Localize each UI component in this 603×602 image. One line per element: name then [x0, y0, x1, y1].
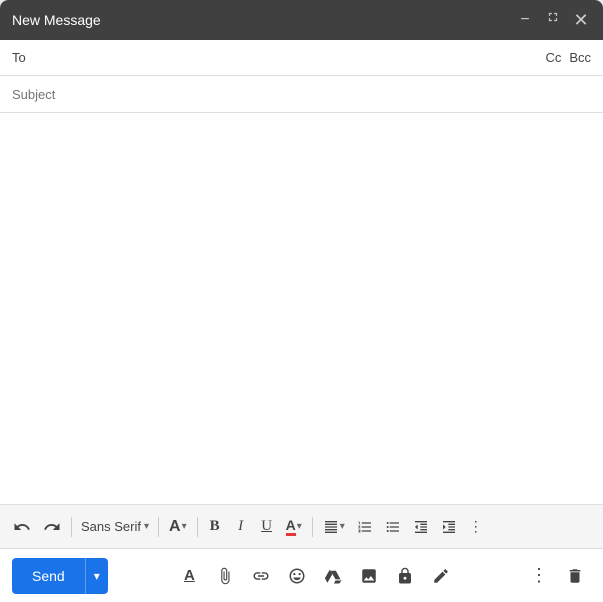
bold-button[interactable]: B: [203, 512, 227, 542]
to-label: To: [12, 50, 32, 65]
subject-input[interactable]: [12, 87, 591, 102]
compose-bottom: Send ▾ A: [0, 548, 603, 602]
confidential-button[interactable]: [389, 560, 421, 592]
font-size-caret: ▾: [182, 521, 187, 532]
underline-icon: U: [261, 518, 272, 535]
to-field-row: To Cc Bcc: [0, 40, 603, 76]
bulleted-list-button[interactable]: [380, 512, 406, 542]
text-color-icon: A: [286, 517, 296, 536]
font-size-icon: A: [169, 518, 181, 536]
toolbar-divider-1: [71, 517, 72, 537]
send-dropdown-button[interactable]: ▾: [85, 558, 108, 594]
minimize-icon[interactable]: −: [515, 10, 535, 30]
photo-button[interactable]: [353, 560, 385, 592]
font-caret-icon: ▾: [144, 521, 149, 532]
more-formatting-button[interactable]: ⋮: [464, 512, 488, 542]
font-name-label: Sans Serif: [81, 519, 141, 534]
send-dropdown-icon: ▾: [94, 569, 100, 583]
underline-button[interactable]: U: [255, 512, 279, 542]
cc-bcc-links: Cc Bcc: [545, 50, 591, 65]
subject-field-row: [0, 76, 603, 112]
text-color-button[interactable]: A ▾: [281, 512, 307, 542]
compose-body[interactable]: [0, 113, 603, 504]
formatting-icon: A: [184, 567, 195, 584]
bottom-right: ⋮: [523, 560, 591, 592]
indent-more-button[interactable]: [436, 512, 462, 542]
discard-button[interactable]: [559, 560, 591, 592]
compose-title: New Message: [12, 12, 101, 28]
align-button[interactable]: ▾: [318, 512, 350, 542]
bcc-link[interactable]: Bcc: [569, 50, 591, 65]
compose-window: New Message − ✕ To Cc Bcc: [0, 0, 603, 602]
attach-button[interactable]: [209, 560, 241, 592]
font-family-select[interactable]: Sans Serif ▾: [77, 512, 153, 542]
more-options-icon: ⋮: [530, 565, 548, 586]
close-icon[interactable]: ✕: [571, 10, 591, 30]
cc-link[interactable]: Cc: [545, 50, 561, 65]
header-actions: − ✕: [515, 10, 591, 30]
redo-button[interactable]: [38, 512, 66, 542]
undo-button[interactable]: [8, 512, 36, 542]
toolbar-divider-2: [158, 517, 159, 537]
emoji-button[interactable]: [281, 560, 313, 592]
numbered-list-button[interactable]: [352, 512, 378, 542]
send-group: Send ▾: [12, 558, 108, 594]
font-size-button[interactable]: A ▾: [164, 512, 192, 542]
signature-button[interactable]: [425, 560, 457, 592]
italic-icon: I: [238, 518, 243, 535]
compose-header: New Message − ✕: [0, 0, 603, 40]
drive-button[interactable]: [317, 560, 349, 592]
send-button[interactable]: Send: [12, 558, 85, 594]
to-input[interactable]: [36, 50, 545, 65]
italic-button[interactable]: I: [229, 512, 253, 542]
more-options-button[interactable]: ⋮: [523, 560, 555, 592]
toolbar-divider-4: [312, 517, 313, 537]
bottom-actions: A: [173, 560, 457, 592]
link-button[interactable]: [245, 560, 277, 592]
bold-icon: B: [210, 518, 220, 535]
more-formatting-icon: ⋮: [469, 518, 483, 535]
compose-fields: To Cc Bcc: [0, 40, 603, 113]
formatting-toolbar: Sans Serif ▾ A ▾ B I U A ▾ ▾: [0, 504, 603, 548]
formatting-button[interactable]: A: [173, 560, 205, 592]
indent-less-button[interactable]: [408, 512, 434, 542]
toolbar-divider-3: [197, 517, 198, 537]
expand-icon[interactable]: [543, 10, 563, 30]
